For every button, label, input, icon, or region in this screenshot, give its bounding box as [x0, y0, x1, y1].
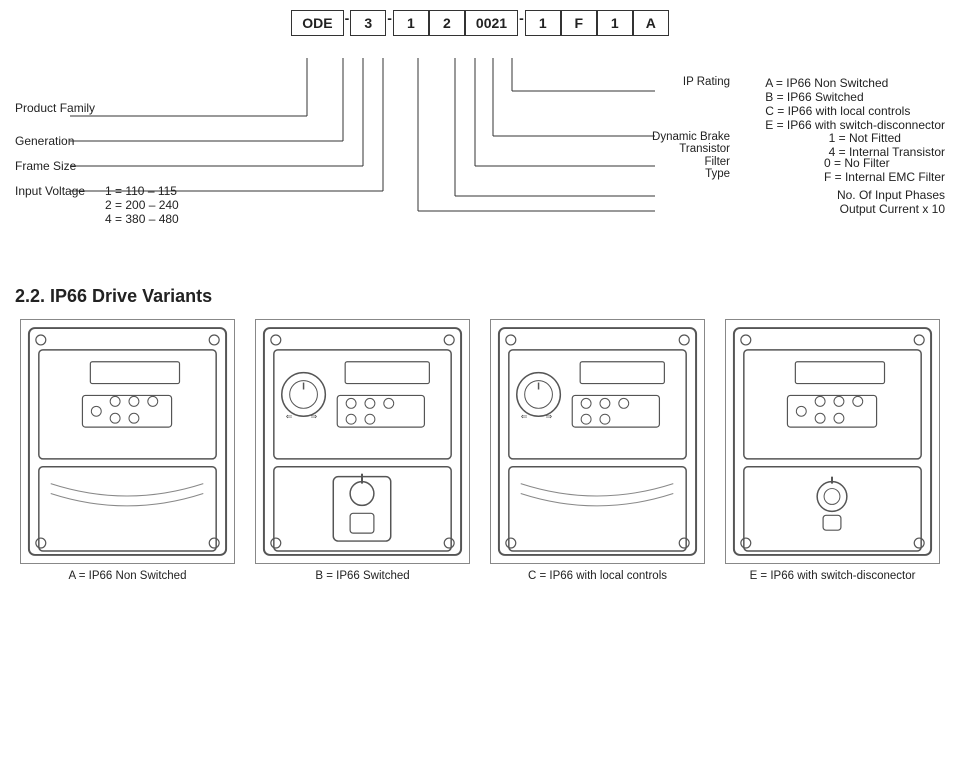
- iv4: 4 = 380 – 480: [105, 212, 179, 226]
- pn-1: 1: [393, 10, 429, 36]
- svg-text:⇒: ⇒: [310, 412, 317, 421]
- variant-c-image: ⇐ ⇒: [490, 319, 705, 564]
- variant-e-svg: [726, 320, 939, 563]
- variant-a-label: A = IP66 Non Switched: [69, 570, 187, 582]
- variant-b-label: B = IP66 Switched: [315, 570, 409, 582]
- variant-e-image: [725, 319, 940, 564]
- pn-sep2: -: [386, 10, 393, 36]
- variant-c: ⇐ ⇒ C = IP66 with local controls: [485, 319, 710, 582]
- variant-b-svg: ⇐ ⇒: [256, 320, 469, 563]
- product-family-label: Product Family: [15, 101, 95, 115]
- pn-f: F: [561, 10, 597, 36]
- dbt1: 1 = Not Fitted: [829, 131, 945, 145]
- svg-text:⇐: ⇐: [286, 412, 293, 421]
- pn-sep1: -: [344, 10, 351, 36]
- ip-b: B = IP66 Switched: [765, 90, 945, 104]
- filter-type-title1: Filter: [704, 156, 730, 168]
- left-labels: Product Family Generation Frame Size Inp…: [15, 36, 315, 266]
- variant-e: E = IP66 with switch-disconector: [720, 319, 945, 582]
- pn-0021: 0021: [465, 10, 518, 36]
- output-current: Output Current x 10: [840, 202, 945, 216]
- pn-2: 2: [429, 10, 465, 36]
- right-labels: IP Rating A = IP66 Non Switched B = IP66…: [505, 36, 945, 266]
- ip-c: C = IP66 with local controls: [765, 104, 945, 118]
- part-number-section: ODE - 3 - 1 2 0021 - 1 F 1 A: [15, 10, 945, 266]
- svg-text:⇐: ⇐: [521, 412, 528, 421]
- pn-sep3: -: [518, 10, 525, 36]
- iv2: 2 = 200 – 240: [105, 198, 179, 212]
- pn-1b: 1: [525, 10, 561, 36]
- variants-row: A = IP66 Non Switched ⇐ ⇒: [15, 319, 945, 582]
- generation-label: Generation: [15, 134, 74, 148]
- filter0: 0 = No Filter: [824, 156, 945, 170]
- dbt-title: Dynamic BrakeTransistor: [652, 131, 730, 155]
- ip-e: E = IP66 with switch-disconnector: [765, 118, 945, 132]
- svg-text:⇒: ⇒: [545, 412, 552, 421]
- no-phases: No. Of Input Phases: [837, 188, 945, 202]
- ip-a: A = IP66 Non Switched: [765, 76, 945, 90]
- variant-b: ⇐ ⇒ B = IP66 Switched: [250, 319, 475, 582]
- variant-a-svg: [21, 320, 234, 563]
- pn-a: A: [633, 10, 669, 36]
- variant-a-image: [20, 319, 235, 564]
- variant-a: A = IP66 Non Switched: [15, 319, 240, 582]
- filterF: F = Internal EMC Filter: [824, 170, 945, 184]
- variant-c-svg: ⇐ ⇒: [491, 320, 704, 563]
- variant-b-image: ⇐ ⇒: [255, 319, 470, 564]
- input-voltage-label: Input Voltage: [15, 184, 85, 198]
- filter-type-title2: Type: [704, 168, 730, 180]
- frame-size-label: Frame Size: [15, 159, 76, 173]
- pn-ode: ODE: [291, 10, 343, 36]
- pn-3: 3: [350, 10, 386, 36]
- pn-1c: 1: [597, 10, 633, 36]
- variant-e-label: E = IP66 with switch-disconector: [750, 570, 916, 582]
- iv1: 1 = 110 – 115: [105, 184, 177, 198]
- section-title: 2.2. IP66 Drive Variants: [15, 286, 945, 307]
- variant-c-label: C = IP66 with local controls: [528, 570, 667, 582]
- ip-rating-title: IP Rating: [683, 76, 730, 88]
